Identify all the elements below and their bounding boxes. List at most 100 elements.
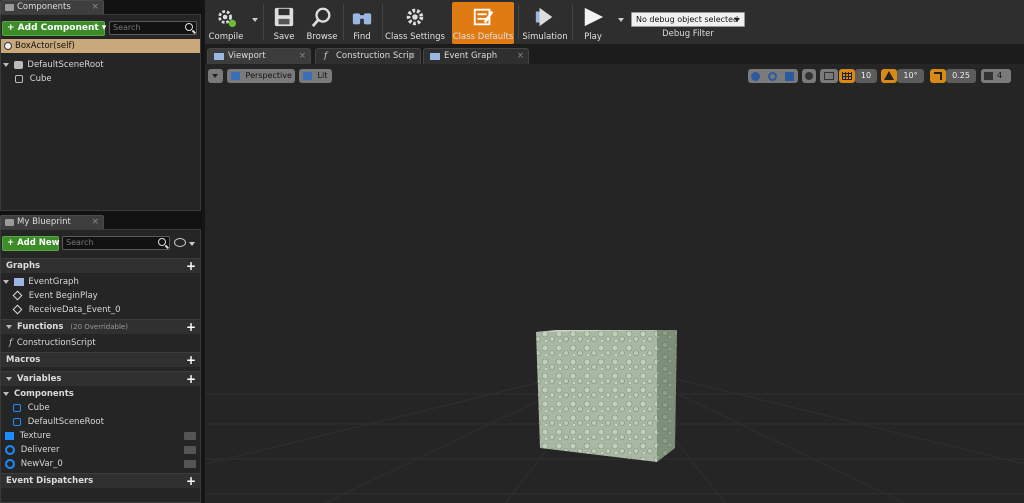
viewport-scene	[205, 330, 1024, 503]
close-icon[interactable]: ×	[409, 49, 416, 63]
components-var-group[interactable]: Components	[1, 387, 200, 401]
play-options-chevron-icon[interactable]	[618, 18, 624, 22]
debug-object-select[interactable]: No debug object selected	[631, 12, 745, 27]
class-defaults-label: Class Defaults	[452, 32, 514, 42]
view-options-eye-icon[interactable]	[174, 238, 186, 247]
grid-snap-value[interactable]: 10	[855, 69, 877, 83]
receive-data-event-item[interactable]: ReceiveData_Event_0	[1, 303, 200, 317]
section-macros[interactable]: Macros +	[1, 352, 200, 367]
rotate-icon[interactable]	[768, 72, 777, 81]
tree-item-eventgraph[interactable]: EventGraph	[1, 275, 200, 289]
tab-viewport[interactable]: Viewport ×	[207, 48, 311, 64]
var-defaultsceneroot[interactable]: DefaultSceneRoot	[1, 415, 200, 429]
construction-script-item[interactable]: f ConstructionScript	[1, 336, 200, 350]
scale-snap-value[interactable]: 0.25	[946, 69, 976, 83]
viewport-options-button[interactable]	[208, 69, 223, 83]
perspective-button[interactable]: Perspective	[227, 69, 295, 83]
event-label: Event BeginPlay	[28, 291, 98, 301]
grid-snap-toggle[interactable]	[839, 69, 855, 83]
section-functions[interactable]: Functions (20 Overridable) +	[1, 319, 200, 334]
add-function-plus-icon[interactable]: +	[186, 320, 196, 335]
globe-icon	[805, 72, 813, 80]
tab-event-graph-label: Event Graph	[444, 51, 498, 61]
eye-icon[interactable]	[184, 446, 196, 454]
add-dispatcher-plus-icon[interactable]: +	[186, 474, 196, 489]
components-var-header: Components	[13, 389, 74, 399]
section-event-dispatchers[interactable]: Event Dispatchers +	[1, 473, 200, 488]
lit-button[interactable]: Lit	[299, 69, 332, 83]
event-begin-play-item[interactable]: Event BeginPlay	[1, 289, 200, 303]
search-icon	[185, 23, 193, 31]
simulation-button[interactable]: Simulation	[521, 2, 569, 44]
close-icon[interactable]: ×	[299, 49, 306, 63]
components-search-input[interactable]: Search	[109, 21, 197, 35]
find-button[interactable]: Find	[346, 2, 378, 44]
chevron-down-icon[interactable]	[189, 242, 195, 246]
transform-tools-group[interactable]	[748, 69, 798, 83]
rotation-snap-toggle[interactable]	[881, 69, 897, 83]
blueprint-search-input[interactable]: Search	[62, 236, 170, 250]
eventgraph-label: EventGraph	[28, 277, 79, 287]
var-deliverer[interactable]: Deliverer	[1, 443, 200, 457]
add-graph-plus-icon[interactable]: +	[186, 259, 196, 274]
angle-icon	[884, 71, 894, 80]
component-var-icon	[13, 417, 21, 426]
tab-construction-label: Construction Scrip	[336, 51, 415, 61]
document-tabs: Viewport × f Construction Scrip × Event …	[205, 45, 1024, 64]
components-tab-icon	[5, 4, 14, 11]
var-cube[interactable]: Cube	[1, 401, 200, 415]
tab-components[interactable]: Components ×	[0, 0, 104, 14]
tree-item-cube[interactable]: Cube	[1, 72, 200, 86]
close-icon[interactable]: ×	[517, 49, 524, 63]
var-newvar[interactable]: NewVar_0	[1, 457, 200, 471]
object-var-icon	[5, 458, 15, 469]
var-label: Cube	[27, 403, 50, 413]
eye-icon[interactable]	[184, 460, 196, 468]
translate-icon[interactable]	[751, 72, 760, 81]
graph-icon	[430, 53, 440, 60]
event-label: ReceiveData_Event_0	[28, 305, 121, 315]
scale-snap-toggle[interactable]	[930, 69, 946, 83]
play-button[interactable]: Play	[575, 2, 611, 44]
world-local-toggle[interactable]	[802, 69, 816, 83]
expand-arrow-icon	[6, 324, 12, 329]
section-graphs[interactable]: Graphs +	[1, 258, 200, 273]
var-texture[interactable]: Texture	[1, 429, 200, 443]
toolbar: Compile Save Browse Find Class Settings …	[205, 0, 1024, 45]
self-item[interactable]: BoxActor(self)	[1, 39, 200, 53]
section-variables[interactable]: Variables +	[1, 371, 200, 386]
function-icon: f	[324, 51, 328, 61]
add-new-button[interactable]: + Add New ▾	[2, 236, 67, 251]
expand-arrow-icon	[3, 391, 9, 396]
compile-gear-icon	[218, 10, 237, 28]
components-search-placeholder: Search	[113, 23, 141, 32]
close-icon[interactable]: ×	[91, 1, 99, 14]
rotation-snap-value[interactable]: 10°	[897, 69, 924, 83]
add-component-button[interactable]: + Add Component ▾	[2, 21, 106, 36]
blueprint-search-placeholder: Search	[66, 238, 94, 247]
class-settings-button[interactable]: Class Settings	[385, 2, 445, 44]
compile-options-chevron-icon[interactable]	[252, 18, 258, 22]
eye-icon[interactable]	[184, 432, 196, 440]
texture-var-icon	[5, 431, 14, 440]
browse-button[interactable]: Browse	[304, 2, 340, 44]
class-defaults-button[interactable]: Class Defaults	[452, 2, 514, 44]
add-macro-plus-icon[interactable]: +	[186, 353, 196, 368]
class-settings-gear-icon	[406, 8, 424, 26]
add-variable-plus-icon[interactable]: +	[186, 372, 196, 387]
viewport-icon	[214, 53, 224, 60]
tab-event-graph[interactable]: Event Graph ×	[423, 48, 529, 64]
tab-construction-script[interactable]: f Construction Scrip ×	[315, 48, 421, 64]
save-icon	[274, 7, 294, 27]
camera-speed-button[interactable]: 4	[981, 69, 1011, 83]
viewport[interactable]: Perspective Lit 10 10° 0.25 4	[205, 64, 1024, 503]
scale-icon[interactable]	[785, 72, 794, 81]
tab-my-blueprint[interactable]: My Blueprint ×	[0, 215, 104, 229]
save-button[interactable]: Save	[268, 2, 300, 44]
surface-snap-button[interactable]	[820, 69, 838, 83]
var-label: NewVar_0	[20, 459, 63, 469]
compile-button[interactable]: Compile	[207, 2, 245, 44]
tree-item-defaultsceneroot[interactable]: DefaultSceneRoot	[1, 58, 200, 72]
close-icon[interactable]: ×	[91, 216, 99, 229]
save-label: Save	[273, 32, 295, 42]
